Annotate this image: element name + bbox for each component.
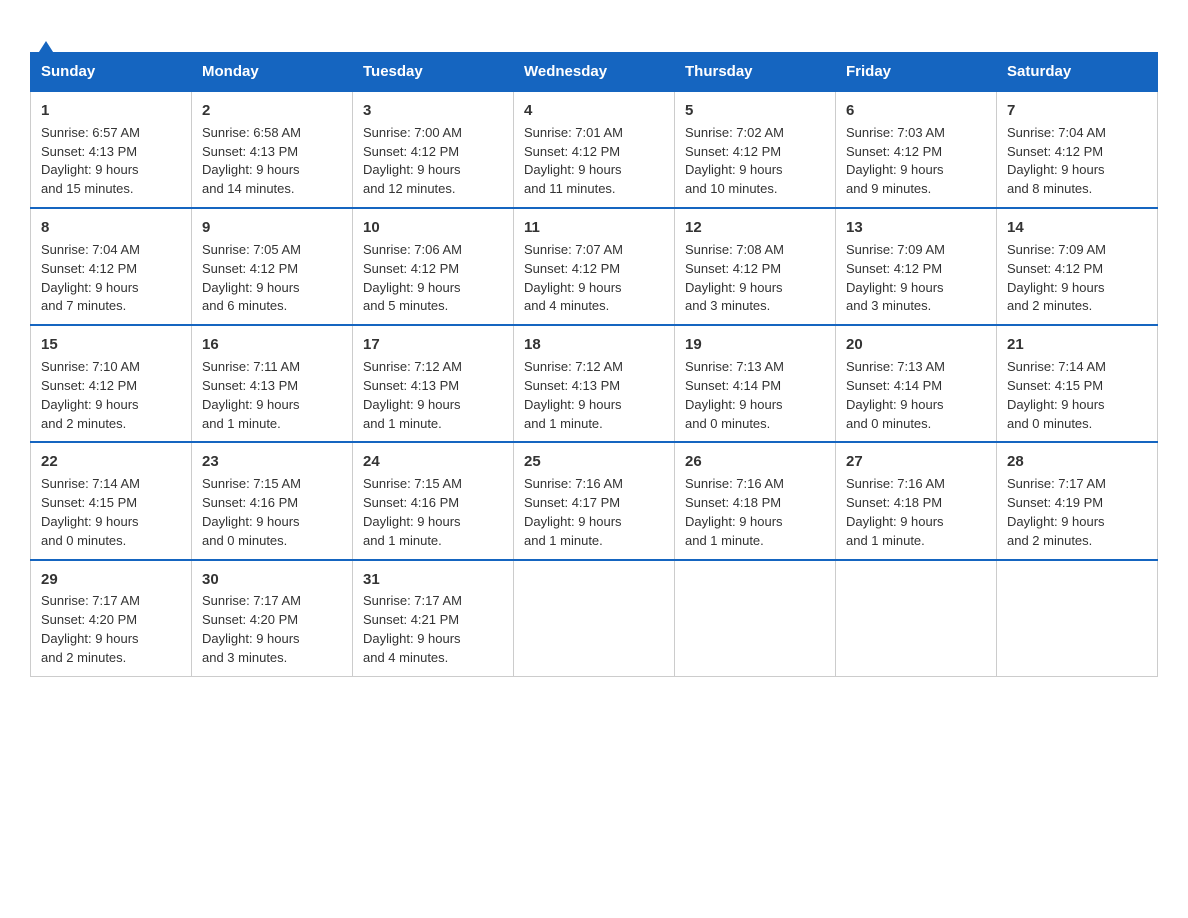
day-number: 1 bbox=[41, 100, 181, 122]
logo-line1 bbox=[30, 20, 33, 34]
day-number: 12 bbox=[685, 217, 825, 239]
day-cell: 22Sunrise: 7:14 AMSunset: 4:15 PMDayligh… bbox=[31, 442, 192, 559]
day-cell: 23Sunrise: 7:15 AMSunset: 4:16 PMDayligh… bbox=[192, 442, 353, 559]
day-cell bbox=[997, 560, 1158, 677]
day-cell bbox=[675, 560, 836, 677]
day-number: 19 bbox=[685, 334, 825, 356]
day-number: 27 bbox=[846, 451, 986, 473]
day-cell: 26Sunrise: 7:16 AMSunset: 4:18 PMDayligh… bbox=[675, 442, 836, 559]
day-cell: 14Sunrise: 7:09 AMSunset: 4:12 PMDayligh… bbox=[997, 208, 1158, 325]
day-cell: 19Sunrise: 7:13 AMSunset: 4:14 PMDayligh… bbox=[675, 325, 836, 442]
day-cell: 17Sunrise: 7:12 AMSunset: 4:13 PMDayligh… bbox=[353, 325, 514, 442]
calendar-body: 1Sunrise: 6:57 AMSunset: 4:13 PMDaylight… bbox=[31, 91, 1158, 676]
day-number: 2 bbox=[202, 100, 342, 122]
day-number: 11 bbox=[524, 217, 664, 239]
calendar-header: SundayMondayTuesdayWednesdayThursdayFrid… bbox=[31, 53, 1158, 92]
week-row-2: 8Sunrise: 7:04 AMSunset: 4:12 PMDaylight… bbox=[31, 208, 1158, 325]
day-cell: 31Sunrise: 7:17 AMSunset: 4:21 PMDayligh… bbox=[353, 560, 514, 677]
day-number: 28 bbox=[1007, 451, 1147, 473]
header-cell-friday: Friday bbox=[836, 53, 997, 92]
day-cell: 12Sunrise: 7:08 AMSunset: 4:12 PMDayligh… bbox=[675, 208, 836, 325]
day-cell: 2Sunrise: 6:58 AMSunset: 4:13 PMDaylight… bbox=[192, 91, 353, 208]
day-cell: 8Sunrise: 7:04 AMSunset: 4:12 PMDaylight… bbox=[31, 208, 192, 325]
week-row-1: 1Sunrise: 6:57 AMSunset: 4:13 PMDaylight… bbox=[31, 91, 1158, 208]
day-number: 3 bbox=[363, 100, 503, 122]
header-cell-wednesday: Wednesday bbox=[514, 53, 675, 92]
header-cell-saturday: Saturday bbox=[997, 53, 1158, 92]
week-row-3: 15Sunrise: 7:10 AMSunset: 4:12 PMDayligh… bbox=[31, 325, 1158, 442]
week-row-4: 22Sunrise: 7:14 AMSunset: 4:15 PMDayligh… bbox=[31, 442, 1158, 559]
page-header bbox=[30, 20, 1158, 34]
day-cell: 18Sunrise: 7:12 AMSunset: 4:13 PMDayligh… bbox=[514, 325, 675, 442]
day-cell: 3Sunrise: 7:00 AMSunset: 4:12 PMDaylight… bbox=[353, 91, 514, 208]
day-cell: 13Sunrise: 7:09 AMSunset: 4:12 PMDayligh… bbox=[836, 208, 997, 325]
day-number: 7 bbox=[1007, 100, 1147, 122]
header-row: SundayMondayTuesdayWednesdayThursdayFrid… bbox=[31, 53, 1158, 92]
header-cell-thursday: Thursday bbox=[675, 53, 836, 92]
day-cell: 11Sunrise: 7:07 AMSunset: 4:12 PMDayligh… bbox=[514, 208, 675, 325]
day-number: 23 bbox=[202, 451, 342, 473]
header-cell-monday: Monday bbox=[192, 53, 353, 92]
day-number: 26 bbox=[685, 451, 825, 473]
day-number: 13 bbox=[846, 217, 986, 239]
day-number: 10 bbox=[363, 217, 503, 239]
day-number: 8 bbox=[41, 217, 181, 239]
day-cell: 4Sunrise: 7:01 AMSunset: 4:12 PMDaylight… bbox=[514, 91, 675, 208]
day-cell: 21Sunrise: 7:14 AMSunset: 4:15 PMDayligh… bbox=[997, 325, 1158, 442]
day-cell: 16Sunrise: 7:11 AMSunset: 4:13 PMDayligh… bbox=[192, 325, 353, 442]
calendar-table: SundayMondayTuesdayWednesdayThursdayFrid… bbox=[30, 52, 1158, 677]
day-number: 31 bbox=[363, 569, 503, 591]
day-cell bbox=[514, 560, 675, 677]
day-cell: 29Sunrise: 7:17 AMSunset: 4:20 PMDayligh… bbox=[31, 560, 192, 677]
day-number: 16 bbox=[202, 334, 342, 356]
day-number: 25 bbox=[524, 451, 664, 473]
day-number: 22 bbox=[41, 451, 181, 473]
day-number: 14 bbox=[1007, 217, 1147, 239]
day-cell: 5Sunrise: 7:02 AMSunset: 4:12 PMDaylight… bbox=[675, 91, 836, 208]
header-cell-tuesday: Tuesday bbox=[353, 53, 514, 92]
day-number: 5 bbox=[685, 100, 825, 122]
logo bbox=[30, 20, 33, 34]
day-cell: 30Sunrise: 7:17 AMSunset: 4:20 PMDayligh… bbox=[192, 560, 353, 677]
day-number: 9 bbox=[202, 217, 342, 239]
day-cell: 7Sunrise: 7:04 AMSunset: 4:12 PMDaylight… bbox=[997, 91, 1158, 208]
day-cell: 9Sunrise: 7:05 AMSunset: 4:12 PMDaylight… bbox=[192, 208, 353, 325]
week-row-5: 29Sunrise: 7:17 AMSunset: 4:20 PMDayligh… bbox=[31, 560, 1158, 677]
day-cell: 10Sunrise: 7:06 AMSunset: 4:12 PMDayligh… bbox=[353, 208, 514, 325]
day-cell: 15Sunrise: 7:10 AMSunset: 4:12 PMDayligh… bbox=[31, 325, 192, 442]
day-number: 4 bbox=[524, 100, 664, 122]
day-cell: 25Sunrise: 7:16 AMSunset: 4:17 PMDayligh… bbox=[514, 442, 675, 559]
day-cell: 27Sunrise: 7:16 AMSunset: 4:18 PMDayligh… bbox=[836, 442, 997, 559]
day-number: 20 bbox=[846, 334, 986, 356]
day-number: 24 bbox=[363, 451, 503, 473]
day-cell: 20Sunrise: 7:13 AMSunset: 4:14 PMDayligh… bbox=[836, 325, 997, 442]
day-number: 6 bbox=[846, 100, 986, 122]
day-number: 29 bbox=[41, 569, 181, 591]
day-number: 17 bbox=[363, 334, 503, 356]
day-number: 18 bbox=[524, 334, 664, 356]
day-cell: 24Sunrise: 7:15 AMSunset: 4:16 PMDayligh… bbox=[353, 442, 514, 559]
day-cell: 1Sunrise: 6:57 AMSunset: 4:13 PMDaylight… bbox=[31, 91, 192, 208]
day-number: 21 bbox=[1007, 334, 1147, 356]
day-number: 15 bbox=[41, 334, 181, 356]
day-cell: 28Sunrise: 7:17 AMSunset: 4:19 PMDayligh… bbox=[997, 442, 1158, 559]
day-cell: 6Sunrise: 7:03 AMSunset: 4:12 PMDaylight… bbox=[836, 91, 997, 208]
day-cell bbox=[836, 560, 997, 677]
day-number: 30 bbox=[202, 569, 342, 591]
